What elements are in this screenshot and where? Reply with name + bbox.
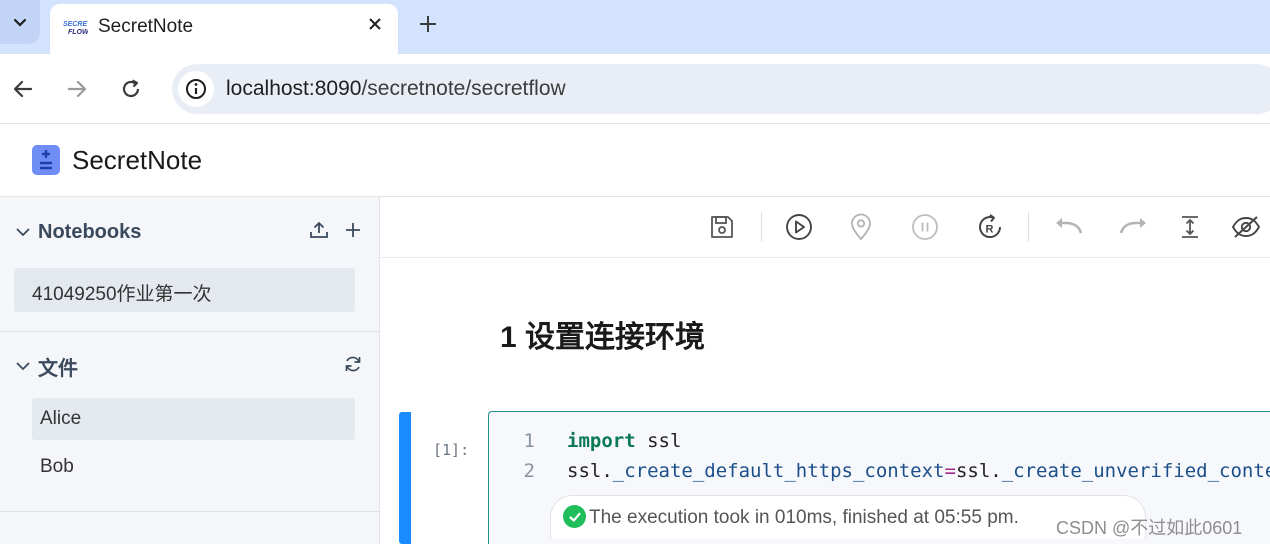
notebooks-section-header[interactable]: Notebooks <box>14 217 364 247</box>
chevron-down-icon[interactable] <box>14 357 32 375</box>
notebooks-title: Notebooks <box>38 220 142 243</box>
info-icon <box>186 79 206 99</box>
notebook-main: R 1 设置连接环境 [1]: 1 import ssl 2 ssl._crea… <box>380 197 1270 544</box>
code-attribute: _create_default_https_context <box>612 460 945 482</box>
reload-button[interactable] <box>116 74 146 104</box>
location-pin-icon <box>851 213 871 241</box>
toolbar-separator <box>1028 212 1029 242</box>
save-icon <box>711 216 733 238</box>
eye-off-icon <box>1231 216 1261 238</box>
refresh-icon <box>345 356 361 372</box>
notebook-toolbar: R <box>380 197 1270 258</box>
code-line[interactable]: 1 import ssl <box>489 430 1270 460</box>
reload-icon <box>122 79 140 98</box>
upload-notebook-button[interactable] <box>308 219 330 241</box>
check-circle-icon <box>563 505 586 528</box>
restart-button[interactable]: R <box>974 211 1006 243</box>
refresh-files-button[interactable] <box>342 353 364 375</box>
notebook-item[interactable]: 41049250作业第一次 <box>14 268 355 312</box>
browser-toolbar: localhost:8090/secretnote/secretflow <box>0 54 1270 124</box>
toolbar-separator <box>761 212 762 242</box>
browser-tab-active[interactable]: SECRET FLOW SecretNote <box>50 4 398 54</box>
arrow-left-icon <box>13 80 33 98</box>
code-operator: = <box>944 460 956 482</box>
execution-status-text: The execution took in 010ms, finished at… <box>589 507 1019 528</box>
tab-close-button[interactable] <box>364 13 386 35</box>
chevron-down-icon[interactable] <box>14 223 32 241</box>
file-item-bob[interactable]: Bob <box>32 446 355 488</box>
url-host: localhost:8090 <box>226 77 362 100</box>
code-text: import ssl <box>567 430 681 452</box>
line-number: 2 <box>523 460 535 482</box>
files-section-header[interactable]: 文件 <box>14 351 364 381</box>
pause-button[interactable] <box>909 211 941 243</box>
app-header: SecretNote <box>0 125 1270 197</box>
code-text: ssl._create_default_https_context=ssl._c… <box>567 460 1270 482</box>
tab-title: SecretNote <box>98 16 194 37</box>
chevron-down-icon <box>13 18 27 27</box>
notebooks-actions <box>308 219 364 241</box>
svg-text:R: R <box>986 224 994 236</box>
files-actions <box>342 353 364 375</box>
url-path: /secretnote/secretflow <box>361 77 566 100</box>
secretflow-favicon-icon: SECRET FLOW <box>63 21 88 36</box>
app-title: SecretNote <box>72 145 203 175</box>
run-button[interactable] <box>783 211 815 243</box>
svg-text:FLOW: FLOW <box>68 29 88 36</box>
secretnote-logo-icon <box>32 145 60 175</box>
forward-button[interactable] <box>62 74 92 104</box>
restart-icon: R <box>979 214 1002 239</box>
redo-button[interactable] <box>1118 211 1150 243</box>
undo-button[interactable] <box>1052 211 1084 243</box>
url-text: localhost:8090/secretnote/secretflow <box>226 77 566 101</box>
browser-tab-strip: SECRET FLOW SecretNote <box>0 0 1270 54</box>
markdown-heading: 1 设置连接环境 <box>500 321 706 354</box>
move-cell-button[interactable] <box>1174 211 1206 243</box>
undo-icon <box>1056 218 1083 234</box>
play-circle-icon <box>786 214 812 240</box>
code-attribute: _create_unverified_context <box>1001 460 1270 482</box>
vertical-align-icon <box>1182 216 1198 238</box>
file-item-alice[interactable]: Alice <box>32 398 355 440</box>
plus-icon <box>420 16 436 32</box>
plus-icon <box>346 223 360 237</box>
locate-cell-button[interactable] <box>845 211 877 243</box>
code-keyword: import <box>567 430 636 452</box>
add-notebook-button[interactable] <box>342 219 364 241</box>
cell-active-indicator[interactable] <box>399 412 411 544</box>
cell-prompt: [1]: <box>433 441 470 459</box>
sidebar: Notebooks 41049250作业第一次 文件 Alice Bob <box>0 197 380 544</box>
pause-circle-icon <box>912 214 938 240</box>
watermark: CSDN @不过如此0601 <box>1056 518 1243 538</box>
address-bar[interactable]: localhost:8090/secretnote/secretflow <box>172 64 1270 114</box>
upload-icon <box>310 222 328 238</box>
files-title: 文件 <box>38 357 78 380</box>
site-info-button[interactable] <box>178 71 214 107</box>
save-button[interactable] <box>706 211 738 243</box>
back-button[interactable] <box>8 74 38 104</box>
new-tab-button[interactable] <box>414 10 442 38</box>
close-icon <box>369 18 381 30</box>
section-divider <box>0 511 379 512</box>
redo-icon <box>1119 218 1146 234</box>
arrow-right-icon <box>67 80 87 98</box>
tab-search-button[interactable] <box>0 0 40 44</box>
code-token: ssl. <box>955 460 1002 482</box>
hide-output-button[interactable] <box>1230 211 1262 243</box>
code-line[interactable]: 2 ssl._create_default_https_context=ssl.… <box>489 460 1270 490</box>
section-divider <box>0 331 379 332</box>
svg-text:SECRET: SECRET <box>63 21 88 28</box>
line-number: 1 <box>523 430 535 452</box>
code-token: ssl <box>635 430 682 452</box>
code-token: ssl. <box>567 460 613 482</box>
